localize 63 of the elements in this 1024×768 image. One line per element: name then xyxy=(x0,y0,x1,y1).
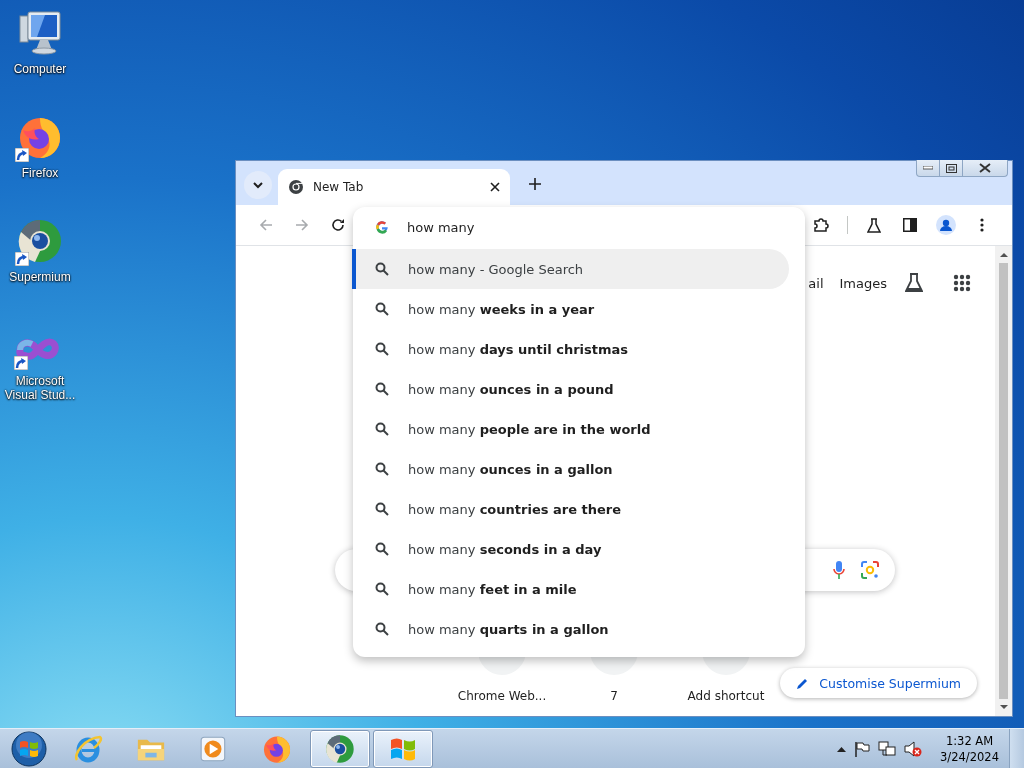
search-icon xyxy=(375,542,389,556)
search-icon xyxy=(375,262,389,276)
show-hidden-icons-icon[interactable] xyxy=(837,745,847,752)
globe-icon xyxy=(325,733,355,764)
suggestion-item[interactable]: how many ounces in a gallon xyxy=(353,449,789,489)
clock[interactable]: 1:32 AM 3/24/2024 xyxy=(940,732,999,765)
close-icon xyxy=(979,163,991,173)
flag-icon[interactable] xyxy=(854,740,871,757)
suggestion-item[interactable]: how many - Google Search xyxy=(353,249,789,289)
search-icon xyxy=(375,422,389,436)
desktop-icon-label[interactable]: Computer xyxy=(1,62,79,76)
reload-icon[interactable] xyxy=(331,218,345,232)
plus-icon[interactable] xyxy=(529,178,541,190)
pencil-icon xyxy=(796,676,810,690)
camera-lens-icon[interactable] xyxy=(861,561,879,579)
suggestion-item[interactable]: how many countries are there xyxy=(353,489,789,529)
tab-search-button[interactable] xyxy=(244,171,272,199)
clock-date: 3/24/2024 xyxy=(940,748,999,765)
scrollbar[interactable] xyxy=(995,246,1012,716)
scroll-down-icon[interactable] xyxy=(999,705,1008,710)
customise-button[interactable]: Customise Supermium xyxy=(780,668,977,698)
computer-icon xyxy=(16,10,64,56)
shortcut-arrow-icon xyxy=(15,252,29,266)
header-link[interactable]: ail xyxy=(808,275,824,291)
suggestion-item[interactable]: how many days until christmas xyxy=(353,329,789,369)
microphone-icon[interactable] xyxy=(833,561,845,579)
suggestion-item[interactable]: how many people are in the world xyxy=(353,409,789,449)
search-icon xyxy=(375,582,389,596)
maximize-icon xyxy=(945,163,957,173)
apps-grid-icon[interactable] xyxy=(953,274,971,292)
search-icon xyxy=(375,462,389,476)
suggestion-item[interactable]: how many quarts in a gallon xyxy=(353,609,789,649)
suggestion-item[interactable]: how many ounces in a pound xyxy=(353,369,789,409)
suggestion-item[interactable]: how many seconds in a day xyxy=(353,529,789,569)
desktop-icon-label[interactable]: Firefox xyxy=(1,166,79,180)
desktop-icon-label[interactable]: Supermium xyxy=(1,270,79,284)
globe-icon xyxy=(288,179,304,195)
clock-time: 1:32 AM xyxy=(945,732,994,749)
caret-icon xyxy=(253,181,263,189)
shortcut-arrow-icon xyxy=(14,356,28,370)
search-icon xyxy=(375,622,389,636)
search-icon xyxy=(375,342,389,356)
search-icon xyxy=(375,382,389,396)
search-icon xyxy=(375,502,389,516)
globe-icon xyxy=(17,218,63,264)
browser-tab[interactable]: New Tab xyxy=(278,169,510,205)
header-link[interactable]: Images xyxy=(839,275,887,291)
shortcut-arrow-icon xyxy=(15,148,29,162)
scroll-up-icon[interactable] xyxy=(999,252,1008,257)
shortcut-label[interactable]: 7 xyxy=(610,689,618,703)
taskbar-button[interactable] xyxy=(310,729,370,768)
suggestion-item[interactable]: how many weeks in a year xyxy=(353,289,789,329)
flask-icon[interactable] xyxy=(905,273,923,293)
minimize-icon xyxy=(923,166,933,170)
muted-speaker-icon[interactable] xyxy=(904,740,923,757)
google-g-icon xyxy=(375,220,389,234)
close-icon[interactable] xyxy=(490,182,500,192)
network-icon[interactable] xyxy=(878,740,897,757)
search-icon xyxy=(375,302,389,316)
taskbar-button[interactable] xyxy=(373,729,433,768)
suggestion-item[interactable]: how many feet in a mile xyxy=(353,569,789,609)
shortcut-label[interactable]: Chrome Web... xyxy=(457,689,547,703)
shortcut-label[interactable]: Add shortcut xyxy=(687,689,765,703)
